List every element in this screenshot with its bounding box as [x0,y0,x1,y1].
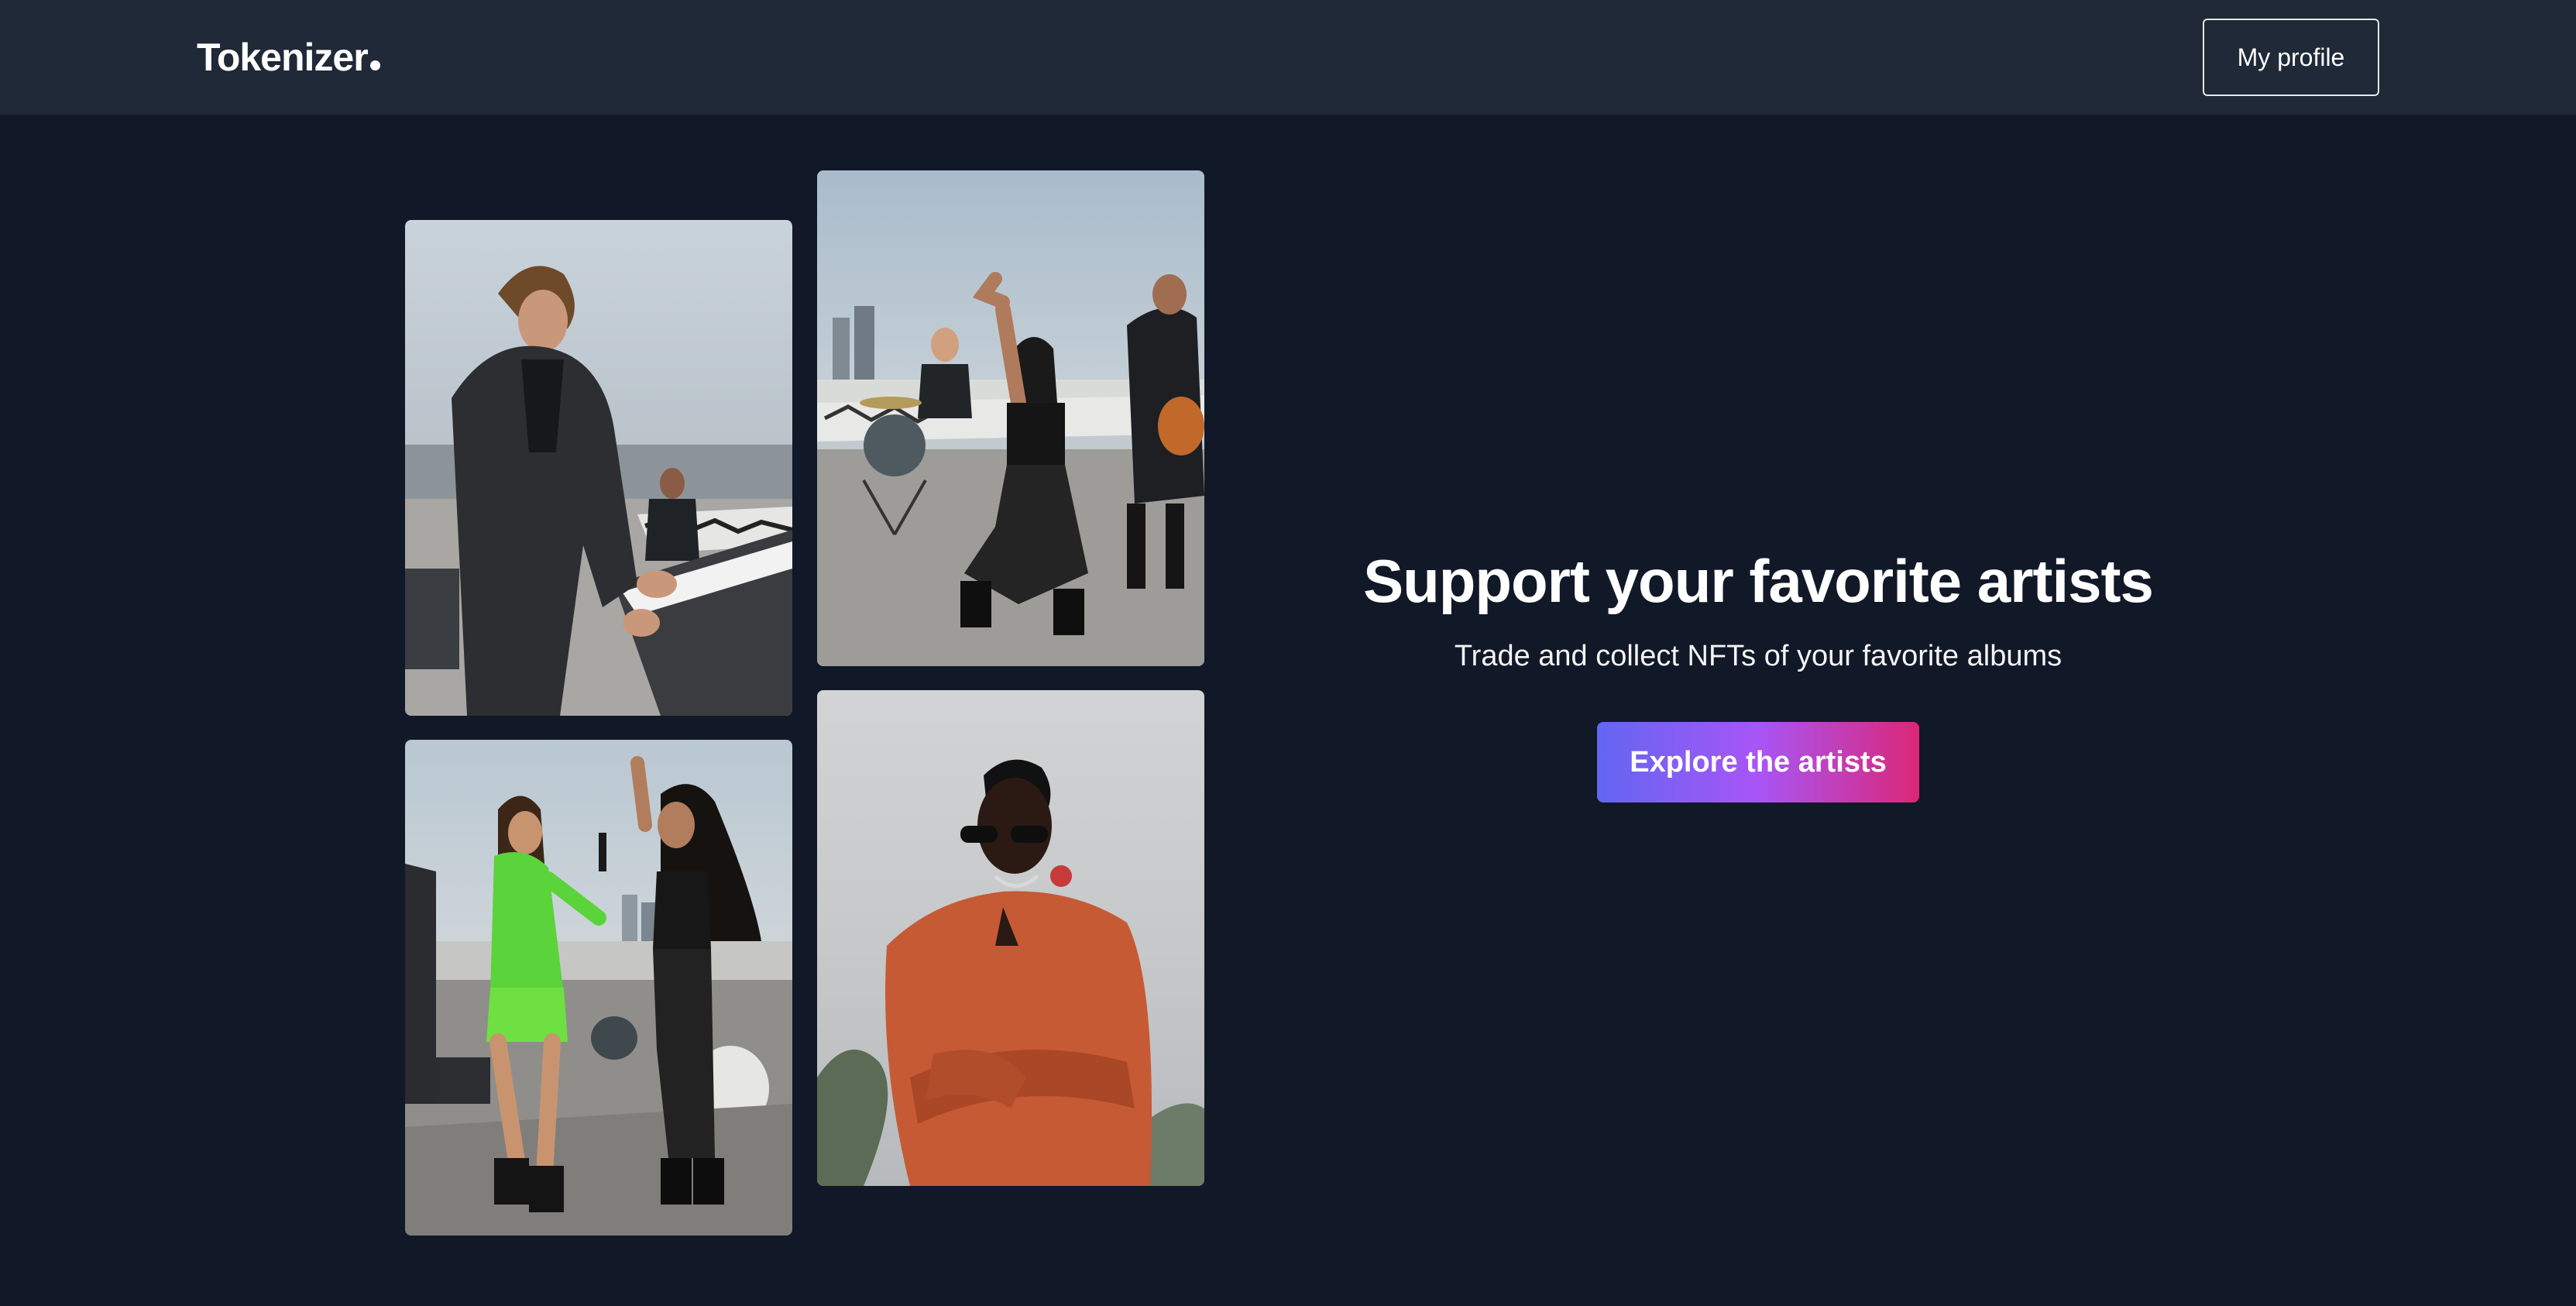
explore-artists-button[interactable]: Explore the artists [1597,722,1919,803]
hero-subtitle: Trade and collect NFTs of your favorite … [1454,640,2063,672]
hero-title: Support your favorite artists [1363,547,2154,615]
logo[interactable]: Tokenizer [197,34,380,81]
logo-text: Tokenizer [197,36,369,79]
hero-section: Support your favorite artists Trade and … [1317,542,2200,803]
photo-orange-shirt-artist [817,690,1204,1186]
photo-singer-rooftop [817,170,1204,666]
logo-dot [369,60,380,70]
photo-pianist [405,220,792,716]
navbar: Tokenizer My profile [0,0,2576,115]
photo-two-singers [405,740,792,1236]
my-profile-button[interactable]: My profile [2203,19,2379,96]
